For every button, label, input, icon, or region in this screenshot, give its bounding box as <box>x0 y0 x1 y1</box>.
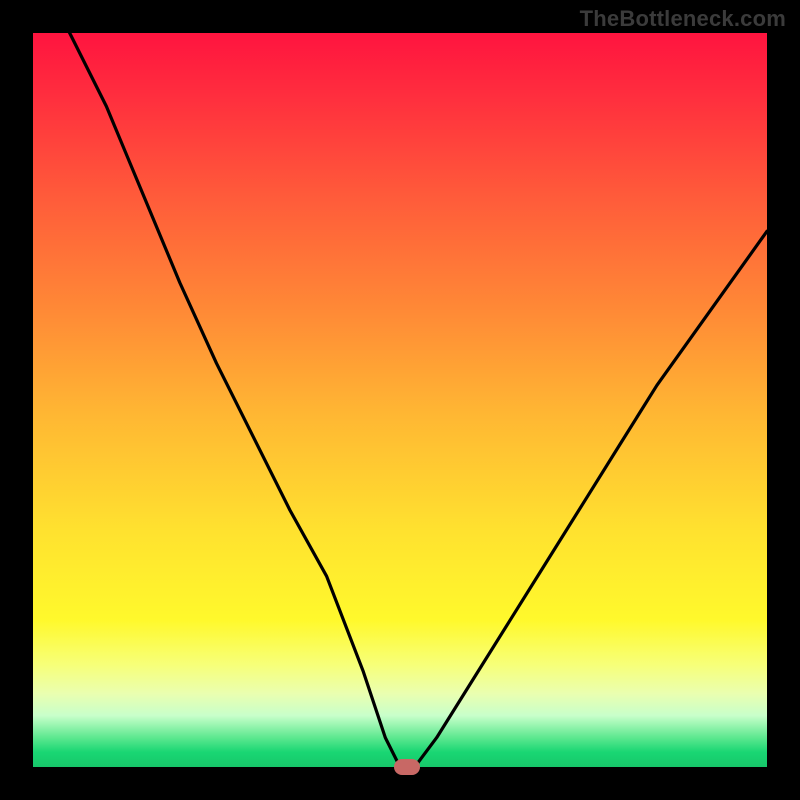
optimal-point-marker <box>394 759 420 775</box>
plot-area <box>33 33 767 767</box>
bottleneck-curve <box>33 33 767 767</box>
watermark-text: TheBottleneck.com <box>580 6 786 32</box>
chart-frame: TheBottleneck.com <box>0 0 800 800</box>
